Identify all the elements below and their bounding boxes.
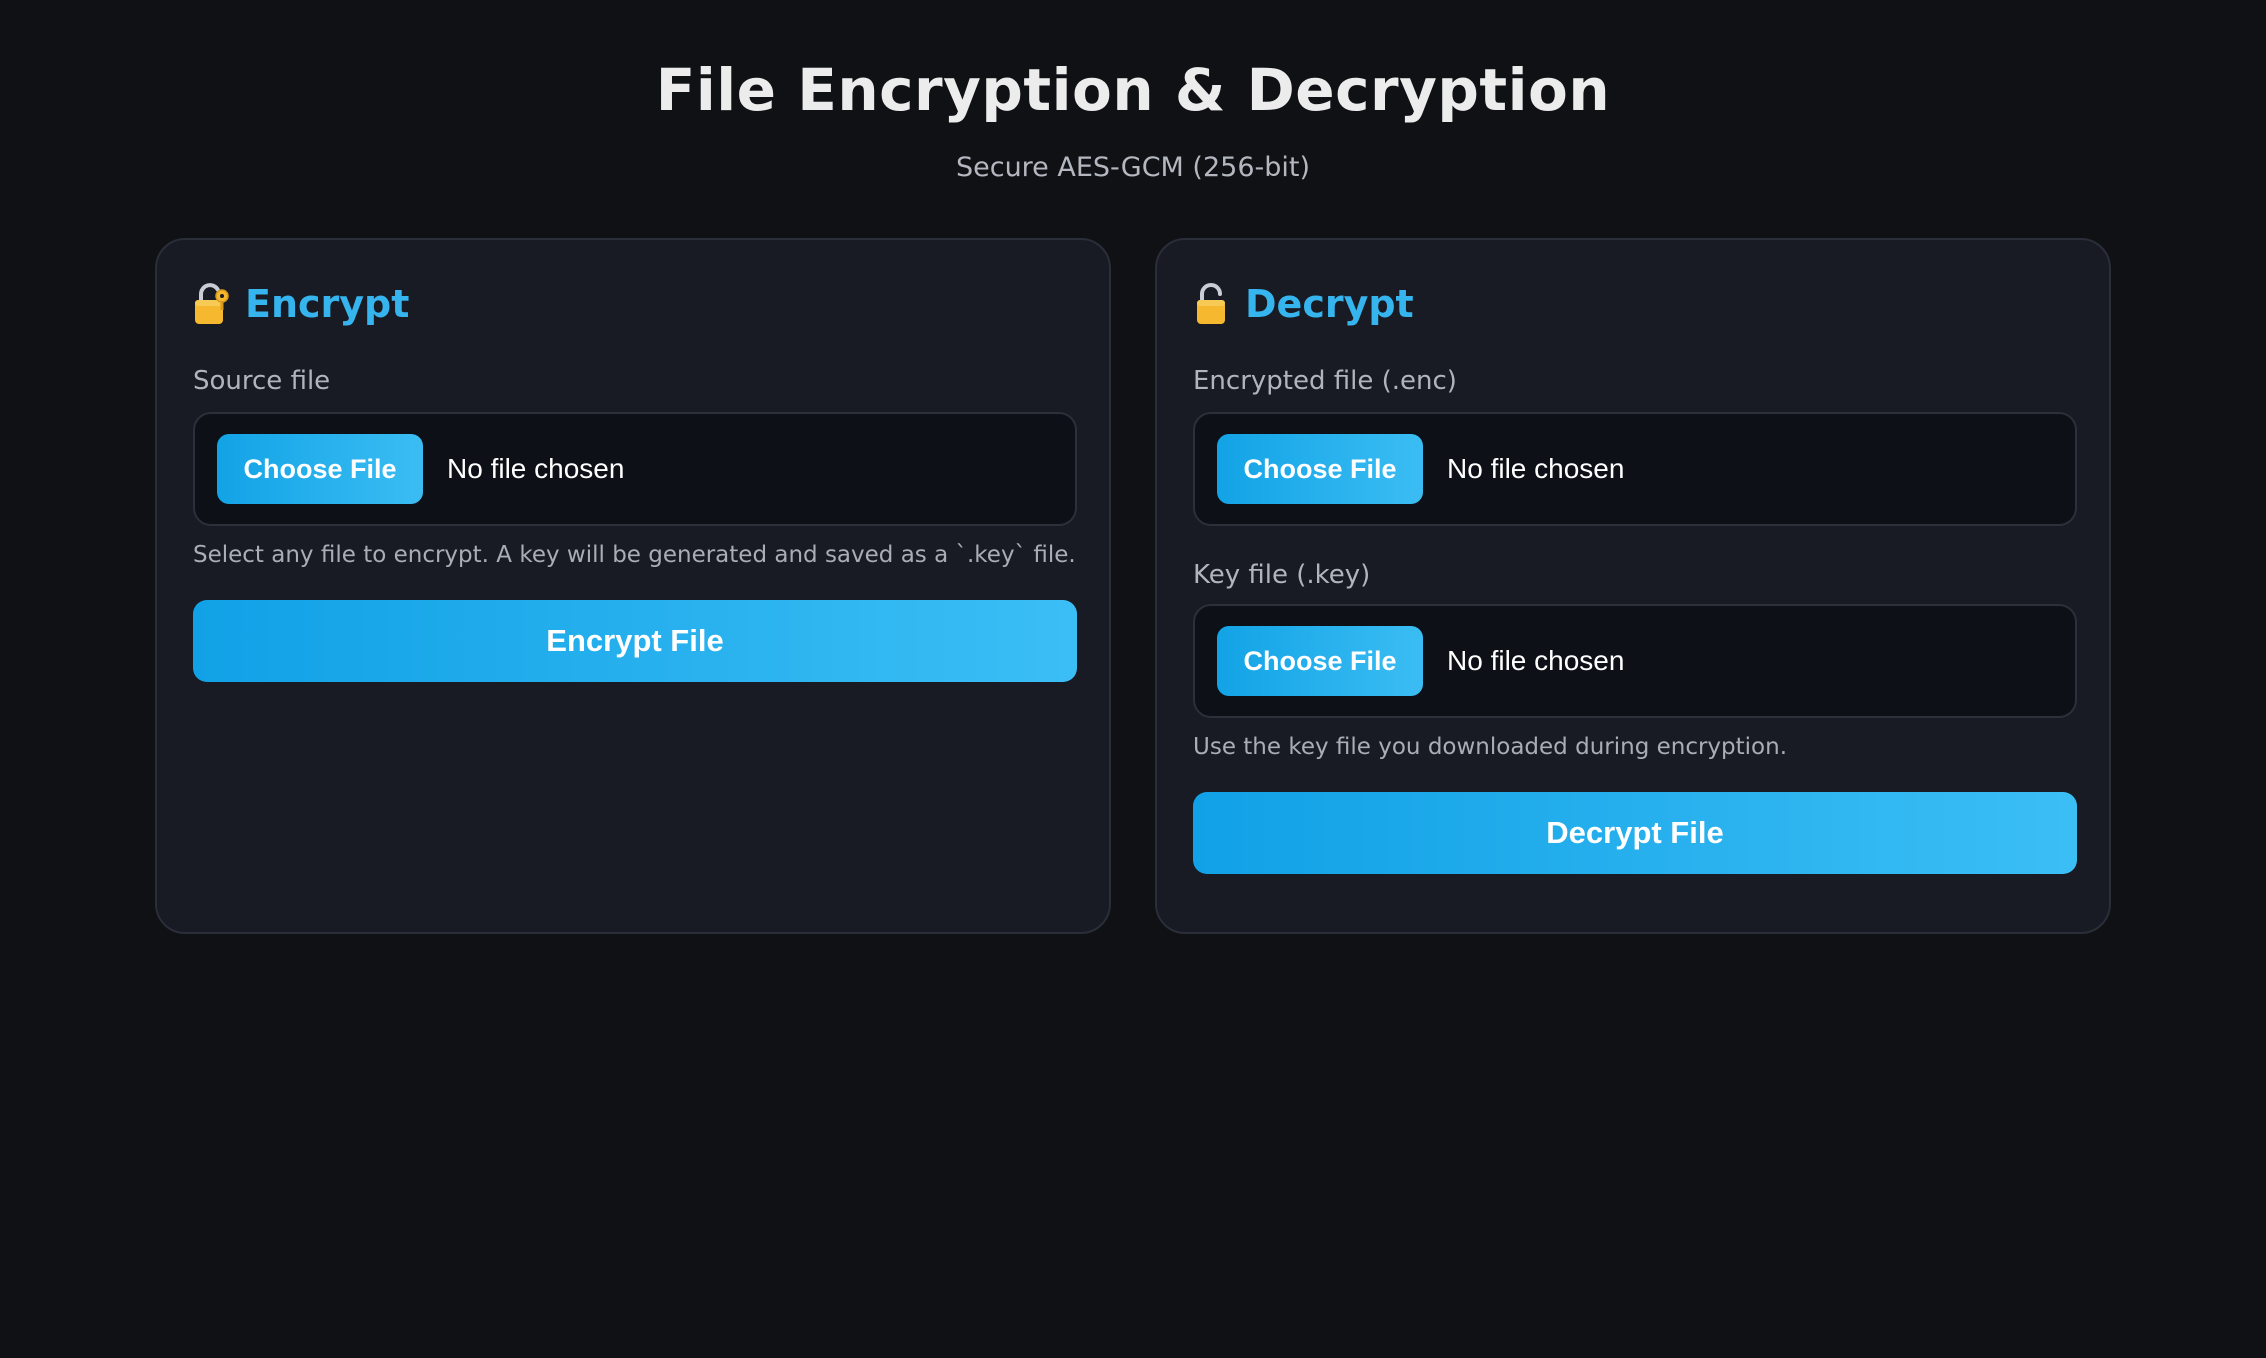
key-choose-file-button[interactable]: Choose File (1217, 626, 1423, 696)
encrypt-card: Encrypt Source file Choose File No file … (155, 238, 1111, 934)
source-choose-file-button[interactable]: Choose File (217, 434, 423, 504)
key-file-label: Key file (.key) (1193, 560, 1371, 590)
unlocked-padlock-icon (1193, 282, 1229, 326)
encrypted-file-status: No file chosen (1447, 453, 1625, 484)
source-file-status: No file chosen (447, 453, 625, 484)
decrypt-hint: Use the key file you downloaded during e… (1193, 734, 1788, 760)
decrypt-title: Decrypt (1245, 282, 1414, 326)
source-file-label: Source file (193, 366, 331, 396)
encrypted-file-input[interactable]: Choose File No file chosen (1193, 412, 2077, 526)
key-file-input[interactable]: Choose File No file chosen (1193, 604, 2077, 718)
encrypt-title: Encrypt (245, 282, 410, 326)
unlocked-lock-with-key-icon (193, 282, 229, 326)
page-title: File Encryption & Decryption (655, 56, 1611, 124)
encrypt-file-button[interactable]: Encrypt File (193, 600, 1077, 682)
encrypt-header: Encrypt (193, 282, 409, 326)
page-subtitle: Secure AES-GCM (256-bit) (955, 152, 1311, 183)
key-file-status: No file chosen (1447, 645, 1625, 676)
decrypt-card: Decrypt Encrypted file (.enc) Choose Fil… (1155, 238, 2111, 934)
decrypt-header: Decrypt (1193, 282, 1414, 326)
page: File Encryption & Decryption Secure AES-… (0, 0, 2266, 1358)
encrypted-choose-file-button[interactable]: Choose File (1217, 434, 1423, 504)
encrypted-file-label: Encrypted file (.enc) (1193, 366, 1457, 396)
encrypt-hint: Select any file to encrypt. A key will b… (193, 542, 1076, 568)
source-file-input[interactable]: Choose File No file chosen (193, 412, 1077, 526)
decrypt-file-button[interactable]: Decrypt File (1193, 792, 2077, 874)
